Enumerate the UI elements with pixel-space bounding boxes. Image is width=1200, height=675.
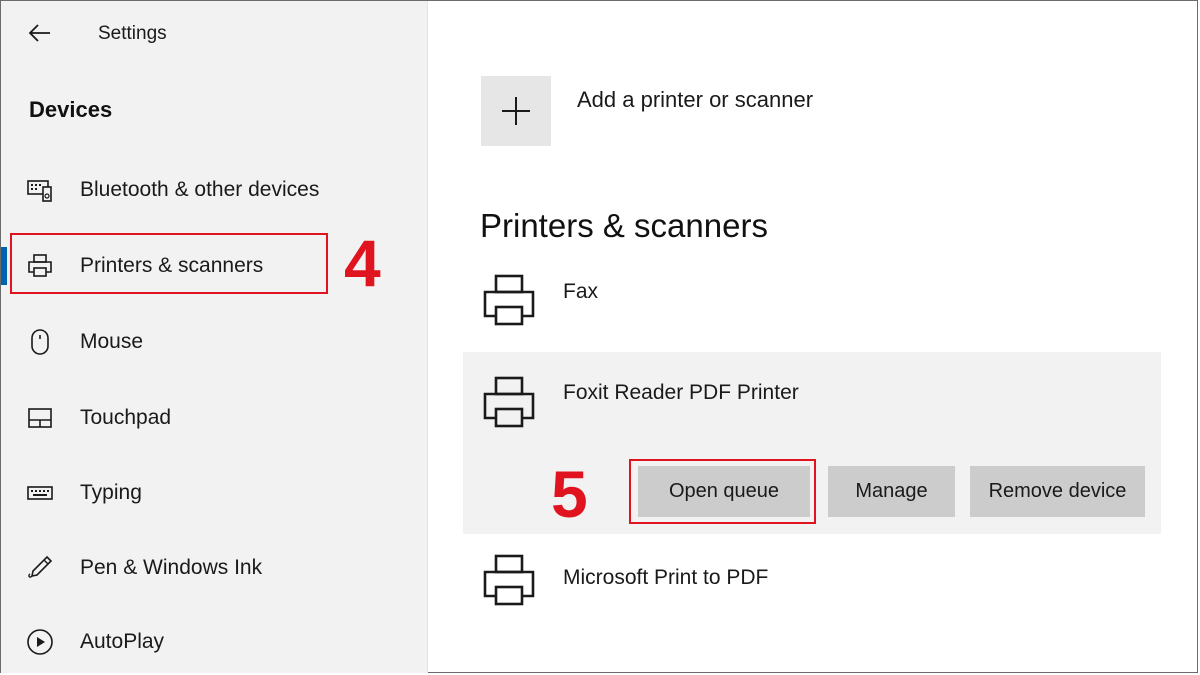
- open-queue-button[interactable]: Open queue: [638, 466, 810, 517]
- plus-icon: [502, 97, 530, 125]
- back-button[interactable]: [25, 19, 55, 47]
- keyboard-icon: [25, 478, 55, 508]
- sidebar: Settings Devices Bluetooth & other devic…: [1, 1, 428, 673]
- remove-device-button[interactable]: Remove device: [970, 466, 1145, 517]
- sidebar-item-label: Printers & scanners: [80, 254, 264, 277]
- printer-item-microsoft-pdf[interactable]: Microsoft Print to PDF: [463, 550, 1161, 614]
- step-5-label: 5: [551, 457, 588, 531]
- pen-icon: [25, 553, 55, 583]
- sidebar-item-label: Typing: [80, 481, 142, 504]
- sidebar-item-label: Mouse: [80, 330, 144, 353]
- sidebar-item-touchpad[interactable]: Touchpad: [1, 389, 428, 447]
- mouse-icon: [25, 327, 55, 357]
- step-4-label: 4: [344, 226, 381, 300]
- sidebar-item-label: Pen & Windows Ink: [80, 556, 263, 579]
- bluetooth-devices-icon: [25, 175, 55, 205]
- sidebar-item-typing[interactable]: Typing: [1, 464, 428, 522]
- window-title: Settings: [98, 23, 167, 44]
- section-title: Devices: [29, 97, 113, 122]
- printer-icon: [481, 552, 537, 608]
- sidebar-item-mouse[interactable]: Mouse: [1, 313, 428, 371]
- touchpad-icon: [25, 403, 55, 433]
- page-title: Printers & scanners: [480, 207, 768, 244]
- manage-button[interactable]: Manage: [828, 466, 955, 517]
- sidebar-item-label: Touchpad: [80, 406, 172, 429]
- sidebar-item-bluetooth[interactable]: Bluetooth & other devices: [1, 161, 428, 219]
- printer-icon: [25, 251, 55, 281]
- printer-name: Microsoft Print to PDF: [563, 566, 769, 589]
- printer-icon: [481, 374, 537, 430]
- sidebar-item-autoplay[interactable]: AutoPlay: [1, 613, 428, 671]
- printer-name: Foxit Reader PDF Printer: [563, 381, 799, 404]
- printer-name: Fax: [563, 280, 599, 303]
- sidebar-item-label: Bluetooth & other devices: [80, 178, 320, 201]
- sidebar-item-pen[interactable]: Pen & Windows Ink: [1, 539, 428, 597]
- add-printer-button[interactable]: [481, 76, 551, 146]
- printer-icon: [481, 272, 537, 328]
- arrow-left-icon: [28, 24, 50, 42]
- add-printer-label[interactable]: Add a printer or scanner: [577, 87, 813, 113]
- selection-accent: [1, 247, 7, 285]
- printer-item-fax[interactable]: Fax: [463, 270, 1161, 334]
- sidebar-item-label: AutoPlay: [80, 630, 165, 653]
- autoplay-icon: [25, 627, 55, 657]
